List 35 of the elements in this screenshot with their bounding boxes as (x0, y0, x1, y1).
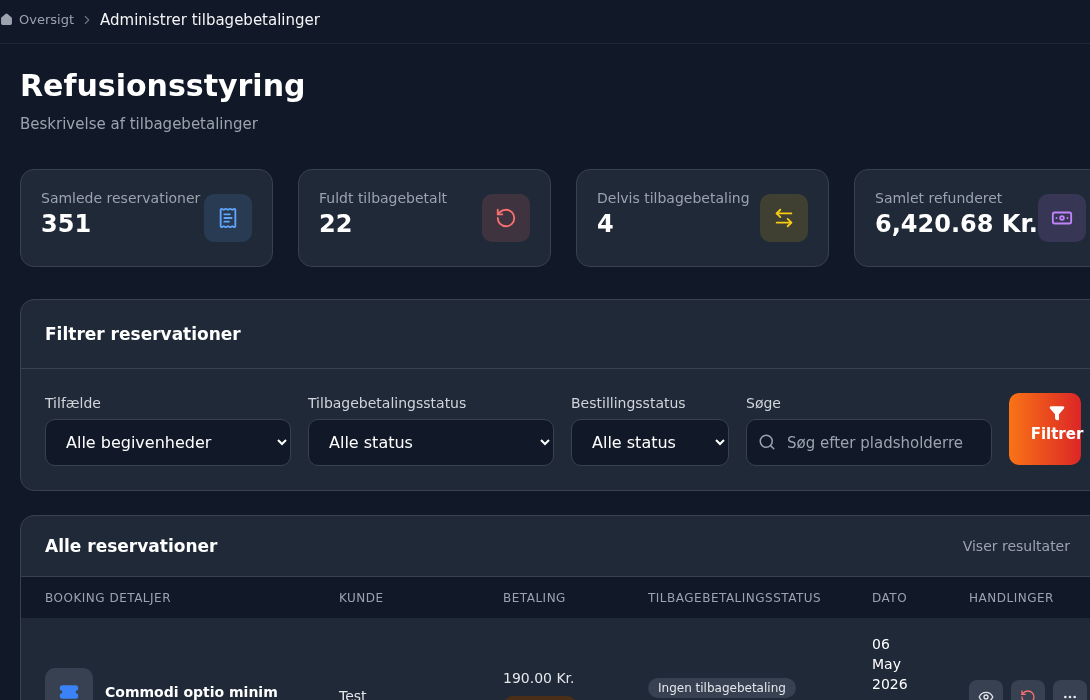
stat-label: Samlet refunderet (875, 190, 1004, 206)
date-text: May (872, 655, 902, 674)
breadcrumb-current: Administrer tilbagebetalinger (100, 10, 320, 29)
column-header: BETALING (503, 590, 567, 605)
column-header: TILBAGEBETALINGSSTATUS (648, 590, 823, 605)
stat-label: Samlede reservationer (41, 190, 201, 206)
panel-title: Alle reservationer (45, 536, 218, 556)
refund-status-badge: Ingen tilbagebetaling (648, 678, 796, 698)
page-subtitle: Beskrivelse af tilbagebetalinger (20, 115, 259, 133)
search-field[interactable]: Søg efter pladsholderre (746, 419, 992, 466)
field-label: Bestillingsstatus (571, 395, 687, 411)
stat-value: 22 (319, 210, 354, 238)
select-field[interactable]: Alle status (571, 419, 729, 466)
date-text: 06 (872, 635, 891, 654)
select-field[interactable]: Alle status (308, 419, 554, 466)
select-field[interactable]: Alle begivenheder (45, 419, 291, 466)
stat-value: 6,420.68 Kr. (875, 210, 1038, 238)
column-header: KUNDE (339, 590, 385, 605)
page-title: Refusionsstyring (20, 68, 307, 103)
results-summary: Viser resultater (962, 538, 1070, 554)
stat-value: 351 (41, 210, 93, 238)
stat-label: Fuldt tilbagebetalt (319, 190, 448, 206)
field-label: Tilbagebetalingsstatus (308, 395, 468, 411)
field-label: Søge (746, 395, 782, 411)
table-cell-text: 190.00 Kr. (503, 670, 576, 686)
event-name: Commodi optio minim (105, 684, 278, 700)
column-header: BOOKING DETALJER (45, 590, 172, 605)
panel-title: Filtrer reservationer (45, 324, 241, 344)
field-label: Tilfælde (45, 395, 102, 411)
stat-label: Delvis tilbagebetaling (597, 190, 750, 206)
breadcrumb-link[interactable]: Oversigt (19, 12, 74, 27)
stat-value: 4 (597, 210, 615, 238)
column-header: HANDLINGER (969, 590, 1055, 605)
column-header: DATO (872, 590, 909, 605)
date-text: 2026 (872, 675, 909, 694)
